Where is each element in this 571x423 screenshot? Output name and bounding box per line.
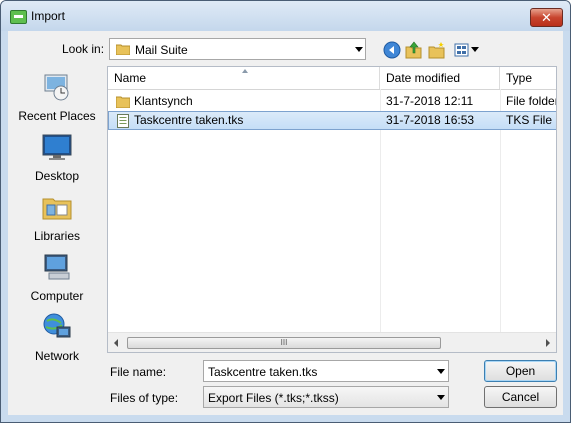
file-row-taskcentre[interactable]: Taskcentre taken.tks 31-7-2018 16:53 TKS…	[108, 111, 556, 130]
file-type: TKS File	[506, 113, 553, 127]
look-in-value: Mail Suite	[135, 43, 188, 57]
place-network[interactable]: Network	[8, 311, 106, 369]
place-label: Network	[34, 349, 79, 363]
scroll-right-icon[interactable]	[546, 339, 550, 347]
computer-icon	[44, 254, 70, 280]
place-label: Libraries	[33, 229, 81, 243]
place-label: Computer	[30, 289, 84, 303]
window-title: Import	[31, 9, 66, 23]
file-row-klantsynch[interactable]: Klantsynch 31-7-2018 12:11 File folder	[108, 92, 557, 111]
place-desktop[interactable]: Desktop	[8, 131, 106, 189]
up-folder-icon[interactable]	[405, 41, 423, 59]
look-in-label: Look in:	[62, 42, 105, 56]
back-icon[interactable]	[383, 41, 401, 59]
file-list[interactable]: Name Date modified Type Klantsynch 31-7-…	[107, 66, 557, 353]
import-dialog: Import ✕ Look in: Mail Suite Recent Plac…	[0, 0, 571, 423]
recent-places-icon	[44, 74, 69, 101]
chevron-down-icon[interactable]	[437, 369, 445, 374]
place-label: Recent Places	[18, 109, 96, 123]
cancel-button[interactable]: Cancel	[484, 386, 557, 408]
file-name: Taskcentre taken.tks	[134, 113, 244, 127]
folder-icon	[116, 96, 130, 108]
places-bar: Recent Places Desktop Libraries Computer…	[8, 66, 106, 373]
chevron-down-icon[interactable]	[437, 395, 445, 400]
horizontal-scrollbar[interactable]: III	[108, 332, 556, 352]
file-type-dropdown[interactable]: Export Files (*.tks;*.tkss)	[203, 386, 449, 408]
place-recent-places[interactable]: Recent Places	[8, 71, 106, 129]
open-button[interactable]: Open	[484, 360, 557, 382]
view-menu-icon[interactable]	[454, 41, 470, 59]
place-libraries[interactable]: Libraries	[8, 191, 106, 249]
file-type-value: Export Files (*.tks;*.tkss)	[208, 391, 339, 405]
file-name-field[interactable]: Taskcentre taken.tks	[203, 360, 449, 382]
file-date: 31-7-2018 12:11	[386, 94, 474, 108]
new-folder-icon[interactable]	[428, 41, 446, 59]
sort-arrow-icon	[242, 69, 248, 73]
network-icon	[43, 313, 71, 338]
file-icon	[117, 114, 129, 128]
libraries-icon	[42, 198, 72, 220]
file-type-label: Files of type:	[110, 391, 179, 405]
column-header-type[interactable]: Type	[500, 67, 556, 89]
file-name: Klantsynch	[134, 94, 193, 108]
chevron-down-icon[interactable]	[355, 47, 363, 52]
file-name-value: Taskcentre taken.tks	[208, 365, 318, 379]
list-header: Name Date modified Type	[108, 67, 556, 90]
title-bar[interactable]: Import ✕	[1, 1, 570, 31]
place-computer[interactable]: Computer	[8, 251, 106, 309]
folder-icon	[116, 44, 130, 55]
file-type: File folder	[506, 94, 557, 108]
close-button[interactable]: ✕	[530, 8, 563, 27]
desktop-icon	[42, 134, 72, 160]
file-name-label: File name:	[110, 365, 167, 379]
column-header-date[interactable]: Date modified	[380, 67, 500, 89]
scroll-left-icon[interactable]	[114, 339, 118, 347]
scroll-thumb[interactable]: III	[127, 337, 441, 349]
place-label: Desktop	[34, 169, 80, 183]
look-in-dropdown[interactable]: Mail Suite	[109, 38, 366, 60]
app-icon	[10, 10, 27, 24]
view-dropdown-chevron-icon[interactable]	[471, 47, 479, 52]
file-date: 31-7-2018 16:53	[386, 113, 475, 127]
dialog-body: Look in: Mail Suite Recent Places Deskto…	[8, 31, 563, 415]
